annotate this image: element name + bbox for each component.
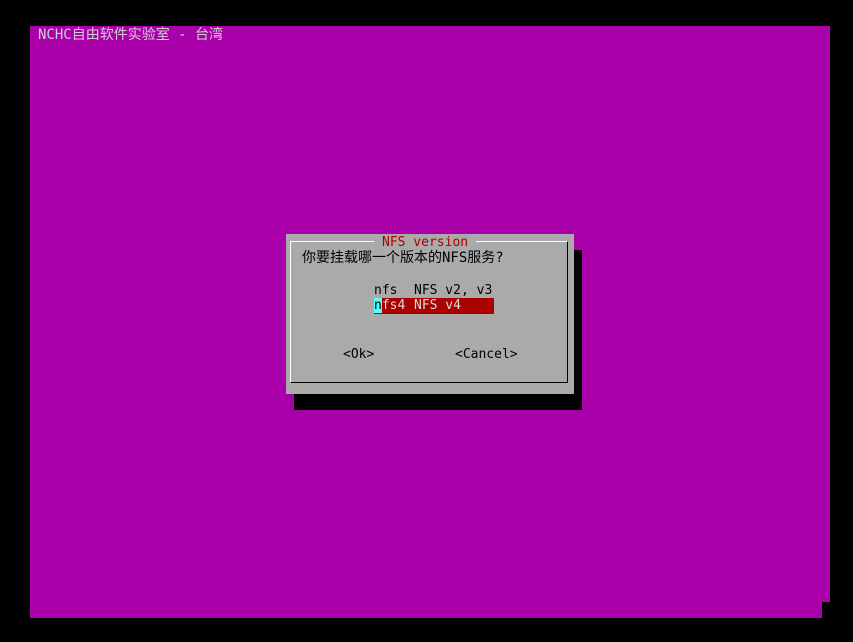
screen-corner-block [822, 602, 830, 618]
menu-item-tag-rest: fs4 [381, 298, 406, 313]
backtitle: NCHC自由软件实验室 - 台湾 [38, 27, 224, 43]
terminal-screen: NCHC自由软件实验室 - 台湾 NFS version 你要挂载哪一个版本的N… [0, 0, 853, 642]
ok-button[interactable]: <Ok> [343, 347, 374, 363]
menu-item-tag: nfs [374, 283, 398, 298]
dialog-prompt: 你要挂载哪一个版本的NFS服务? [302, 250, 504, 266]
menu-item-nfs4[interactable]: nfs4 NFS v4 [374, 298, 494, 314]
cancel-button[interactable]: <Cancel> [455, 347, 518, 363]
menu-item-description: NFS v4 [414, 298, 461, 313]
menu-item-description: NFS v2, v3 [414, 283, 493, 298]
menu-item-nfs[interactable]: nfs NFS v2, v3 [374, 283, 494, 299]
menu-item-hotkey: n [374, 298, 382, 313]
